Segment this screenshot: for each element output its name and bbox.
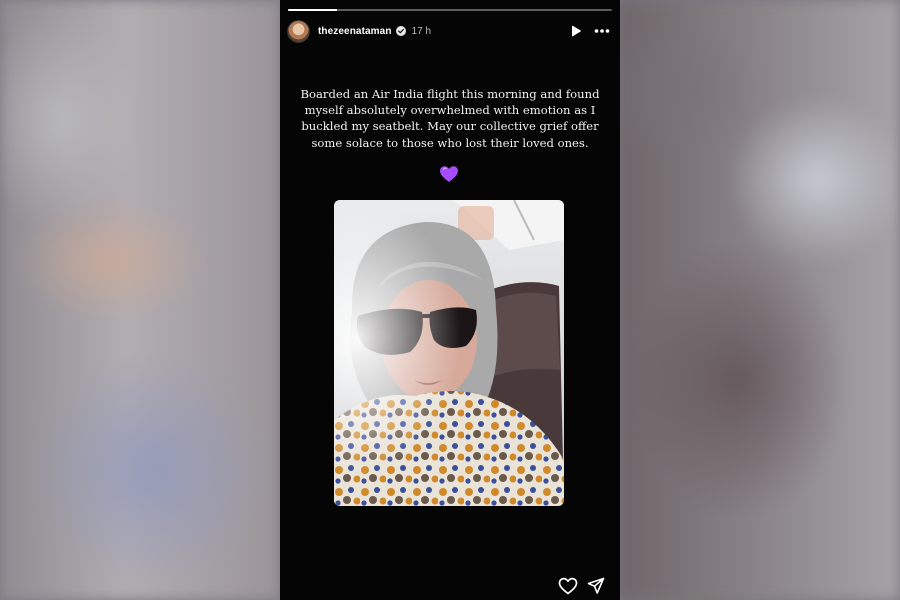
play-button[interactable] bbox=[565, 20, 587, 42]
play-icon bbox=[572, 25, 581, 37]
send-paper-plane-icon bbox=[587, 577, 605, 594]
verified-badge-icon bbox=[395, 26, 406, 36]
story-header: thezeenataman 17 h bbox=[287, 18, 613, 44]
share-button[interactable] bbox=[584, 574, 608, 598]
story-caption: Boarded an Air India flight this morning… bbox=[300, 87, 600, 150]
heart-outline-icon bbox=[558, 577, 578, 595]
timestamp: 17 h bbox=[411, 25, 432, 37]
screenshot: thezeenataman 17 h Boarded an Air India … bbox=[0, 0, 900, 600]
blurred-background-left bbox=[0, 0, 280, 600]
avatar[interactable] bbox=[287, 19, 310, 43]
story-photo bbox=[334, 200, 564, 506]
blurred-background-right bbox=[618, 0, 900, 600]
more-options-icon bbox=[594, 29, 610, 33]
like-button[interactable] bbox=[556, 574, 580, 598]
purple-heart-icon bbox=[440, 166, 458, 182]
more-options-button[interactable] bbox=[591, 20, 613, 42]
photo-illustration bbox=[334, 200, 564, 506]
story-progress-bar bbox=[288, 9, 612, 11]
story-viewer: thezeenataman 17 h Boarded an Air India … bbox=[280, 0, 620, 600]
username[interactable]: thezeenataman bbox=[318, 26, 392, 37]
story-progress-fill bbox=[288, 9, 337, 11]
